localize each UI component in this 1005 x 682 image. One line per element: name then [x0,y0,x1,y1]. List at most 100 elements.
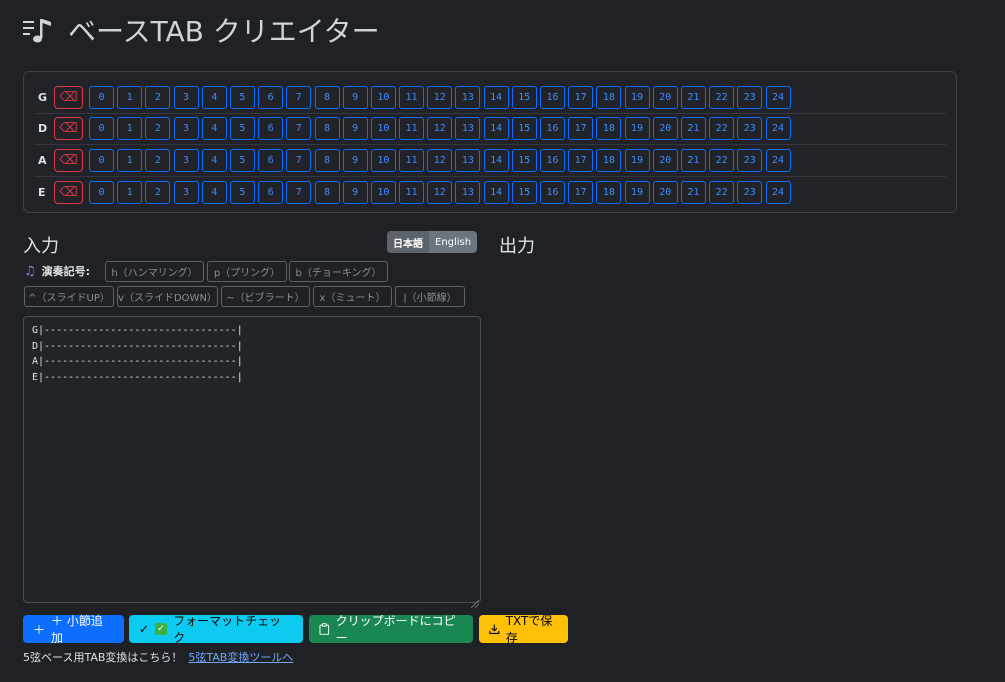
fret-button[interactable]: 1 [117,117,143,141]
fret-button[interactable]: 0 [89,180,114,204]
fret-button[interactable]: 10 [370,180,396,204]
fret-button[interactable]: 11 [399,148,425,172]
fret-button[interactable]: 9 [342,117,368,141]
fret-button[interactable]: 21 [680,85,706,109]
fret-button[interactable]: 12 [427,180,453,204]
fret-button[interactable]: 6 [258,148,284,172]
symbol-mute-button[interactable]: x（ミュート） [313,286,392,307]
fret-button[interactable]: 3 [173,180,199,204]
fret-button[interactable]: 9 [342,148,368,172]
save-txt-button[interactable]: TXTで保存 [479,614,568,645]
fret-button[interactable]: 23 [737,117,763,141]
fret-button[interactable]: 2 [145,117,171,141]
fret-button[interactable]: 2 [145,180,171,204]
fret-button[interactable]: 9 [342,180,368,204]
fret-button[interactable]: 15 [511,85,537,109]
fret-button[interactable]: 19 [624,85,650,109]
fret-button[interactable]: 0 [89,117,114,141]
symbol-slide-down-button[interactable]: v（スライドDOWN） [117,286,218,307]
fret-button[interactable]: 16 [540,180,565,204]
fret-button[interactable]: 12 [427,85,453,109]
tab-editor[interactable]: G|--------------------------------| D|--… [23,316,481,603]
fret-button[interactable]: 21 [680,117,706,141]
fret-button[interactable]: 24 [765,117,791,141]
fret-button[interactable]: 3 [173,117,199,141]
fret-button[interactable]: 13 [455,148,481,172]
fret-button[interactable]: 17 [568,117,594,141]
fret-button[interactable]: 1 [117,85,143,109]
fret-button[interactable]: 11 [399,117,425,141]
fret-button[interactable]: 2 [145,85,171,109]
fret-button[interactable]: 7 [286,117,312,141]
backspace-icon[interactable]: ⌫ [54,85,83,109]
fret-button[interactable]: 24 [765,148,791,172]
fret-button[interactable]: 15 [511,117,537,141]
fret-button[interactable]: 6 [258,85,284,109]
fret-button[interactable]: 22 [709,148,735,172]
fret-button[interactable]: 10 [370,117,396,141]
fret-button[interactable]: 13 [455,117,481,141]
fret-button[interactable]: 16 [540,148,565,172]
fret-button[interactable]: 1 [117,148,143,172]
fret-button[interactable]: 22 [709,180,735,204]
symbol-barline-button[interactable]: |（小節線） [395,286,465,307]
fret-button[interactable]: 5 [229,117,255,141]
format-check-button[interactable]: ✓ ✓ フォーマットチェック [129,614,303,645]
fret-button[interactable]: 23 [737,148,763,172]
fret-button[interactable]: 14 [483,180,509,204]
fret-button[interactable]: 11 [399,85,425,109]
lang-ja-button[interactable]: 日本語 [387,231,429,253]
fret-button[interactable]: 12 [427,148,453,172]
fret-button[interactable]: 20 [652,117,678,141]
fret-button[interactable]: 19 [624,148,650,172]
fret-button[interactable]: 4 [201,148,227,172]
fret-button[interactable]: 10 [370,148,396,172]
fret-button[interactable]: 0 [89,148,114,172]
backspace-icon[interactable]: ⌫ [54,180,83,204]
fret-button[interactable]: 6 [258,117,284,141]
fret-button[interactable]: 16 [540,117,565,141]
fret-button[interactable]: 0 [89,85,114,109]
lang-en-button[interactable]: English [429,231,477,253]
fret-button[interactable]: 18 [596,180,622,204]
fret-button[interactable]: 4 [201,117,227,141]
fret-button[interactable]: 20 [652,85,678,109]
fret-button[interactable]: 18 [596,148,622,172]
fret-button[interactable]: 16 [540,85,565,109]
fret-button[interactable]: 5 [229,148,255,172]
fret-button[interactable]: 20 [652,180,678,204]
fret-button[interactable]: 5 [229,85,255,109]
fret-button[interactable]: 21 [680,148,706,172]
resize-grip-icon[interactable] [470,593,480,609]
fret-button[interactable]: 12 [427,117,453,141]
fret-button[interactable]: 14 [483,148,509,172]
fret-button[interactable]: 13 [455,180,481,204]
add-measure-button[interactable]: ＋ ＋ 小節追加 [23,614,124,645]
fret-button[interactable]: 20 [652,148,678,172]
fret-button[interactable]: 7 [286,148,312,172]
fret-button[interactable]: 17 [568,148,594,172]
fret-button[interactable]: 24 [765,180,791,204]
fret-button[interactable]: 19 [624,180,650,204]
fret-button[interactable]: 7 [286,85,312,109]
fret-button[interactable]: 21 [680,180,706,204]
fret-button[interactable]: 15 [511,148,537,172]
fret-button[interactable]: 3 [173,148,199,172]
fret-button[interactable]: 18 [596,85,622,109]
copy-clipboard-button[interactable]: クリップボードにコピー [309,614,473,645]
five-string-tool-link[interactable]: 5弦TAB変換ツールへ [188,651,293,664]
fret-button[interactable]: 4 [201,85,227,109]
fret-button[interactable]: 6 [258,180,284,204]
backspace-icon[interactable]: ⌫ [54,117,83,141]
fret-button[interactable]: 23 [737,180,763,204]
fret-button[interactable]: 11 [399,180,425,204]
symbol-hammer-button[interactable]: h（ハンマリング） [105,261,204,282]
fret-button[interactable]: 23 [737,85,763,109]
fret-button[interactable]: 8 [314,148,340,172]
fret-button[interactable]: 13 [455,85,481,109]
fret-button[interactable]: 4 [201,180,227,204]
fret-button[interactable]: 10 [370,85,396,109]
fret-button[interactable]: 3 [173,85,199,109]
fret-button[interactable]: 22 [709,117,735,141]
fret-button[interactable]: 17 [568,85,594,109]
